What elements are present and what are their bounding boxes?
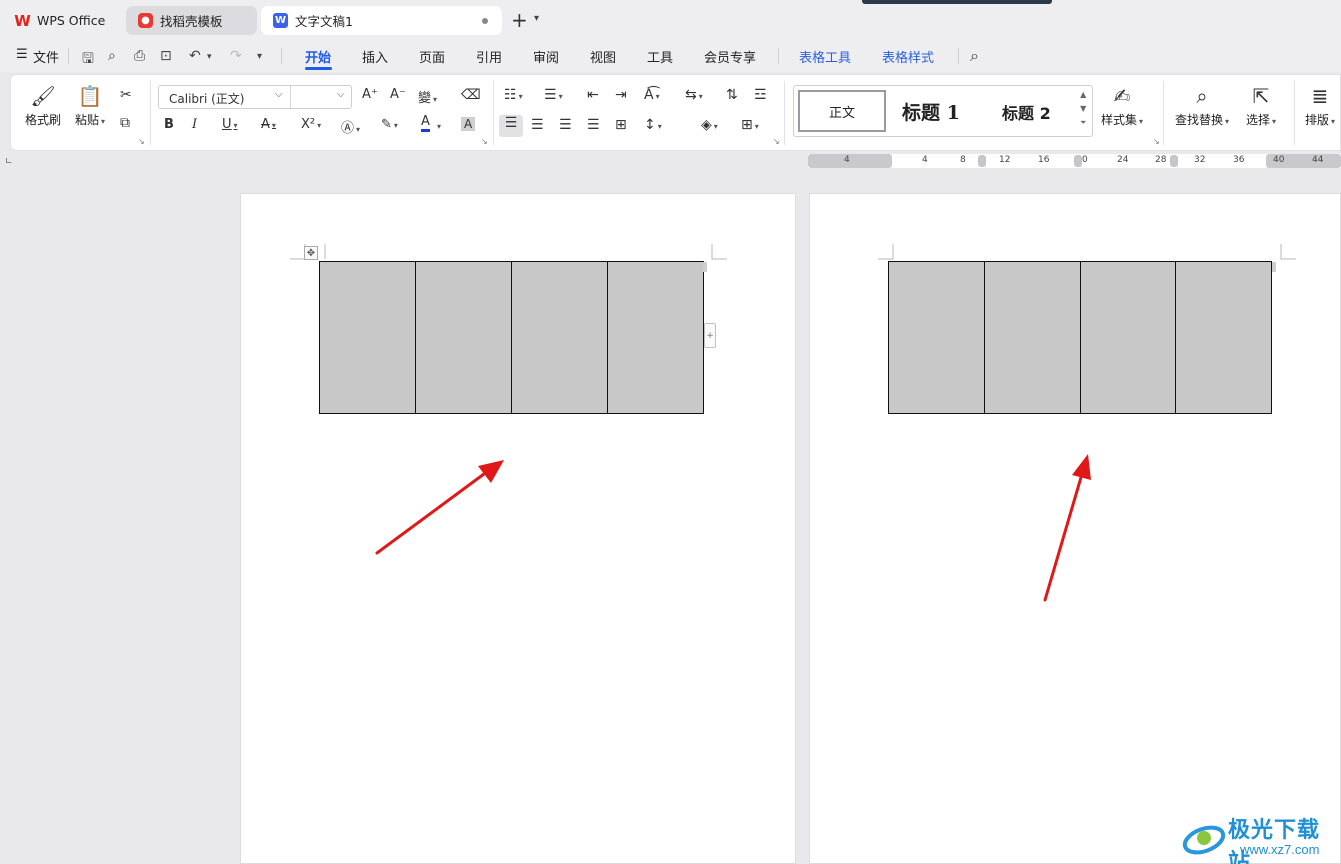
site-watermark: 极光下载站 www.xz7.com — [1182, 812, 1341, 864]
watermark-logo-icon — [1182, 825, 1226, 855]
watermark-url: www.xz7.com — [1240, 842, 1320, 857]
annotation-arrow — [375, 460, 504, 555]
annotation-arrow — [1043, 454, 1091, 602]
annotation-arrows — [375, 454, 1091, 602]
